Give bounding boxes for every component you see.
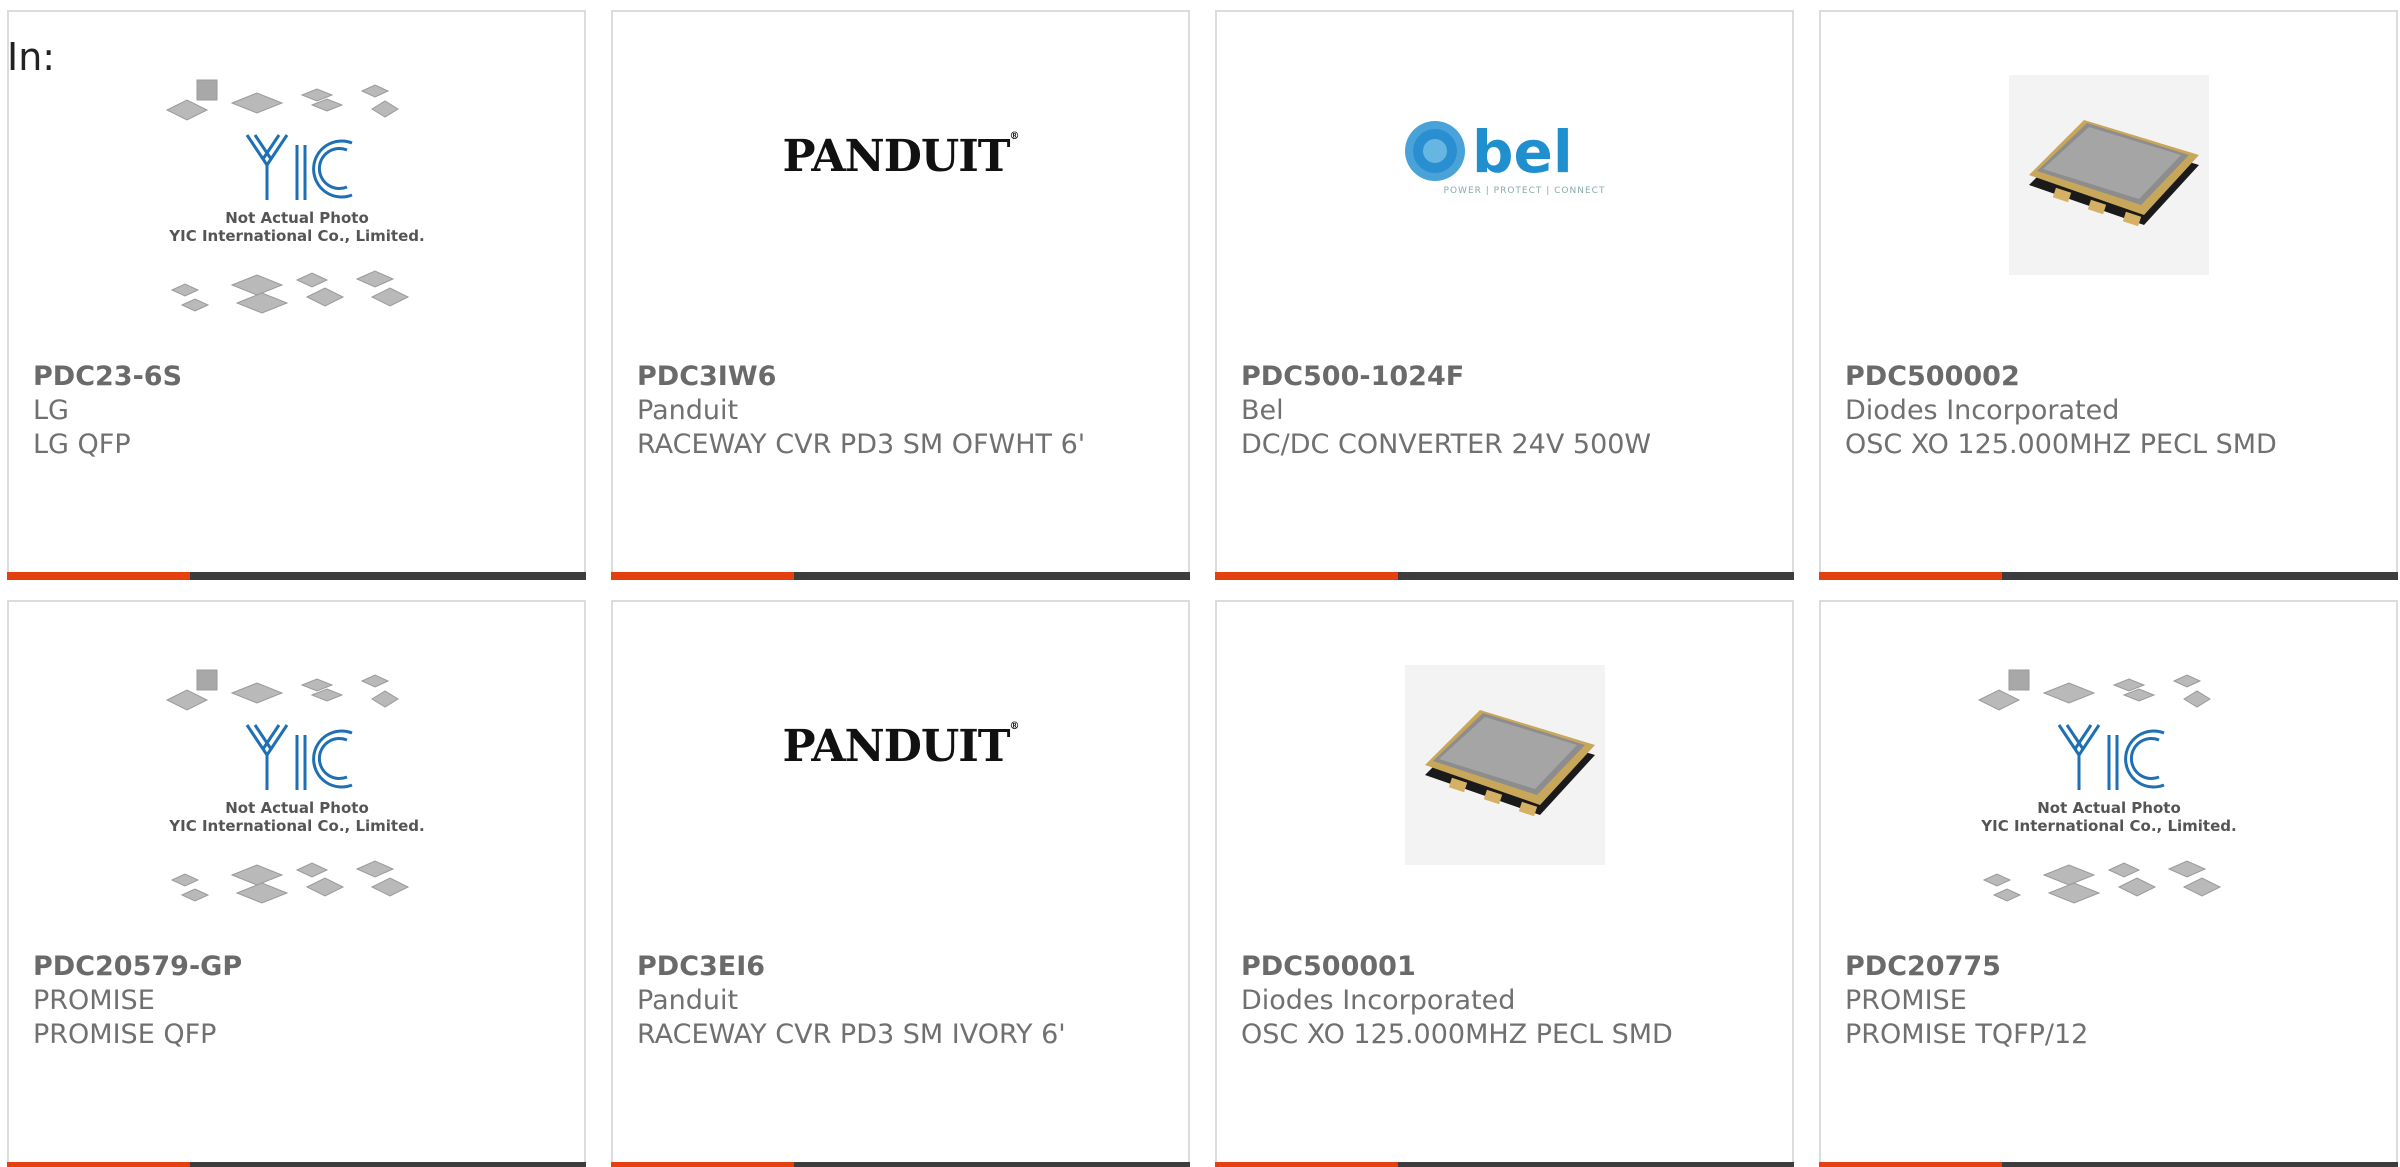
description: RACEWAY CVR PD3 SM IVORY 6' [637, 1019, 1066, 1050]
product-grid-page: In: Not Actual Photo YIC International C… [0, 0, 2400, 1167]
card-accent [1215, 1162, 1398, 1167]
product-image: Not Actual Photo YIC International Co., … [9, 12, 584, 352]
card-accent [1819, 1162, 2002, 1167]
product-info: PDC3IW6 Panduit RACEWAY CVR PD3 SM OFWHT… [637, 360, 1164, 462]
card-footer-bar [7, 1162, 586, 1167]
product-card[interactable]: PDC500002 Diodes Incorporated OSC XO 125… [1819, 10, 2398, 580]
product-image: PANDUIT® [613, 602, 1188, 942]
product-image: Not Actual Photo YIC International Co., … [1821, 602, 2396, 942]
placeholder-line1: Not Actual Photo [225, 209, 369, 227]
product-image: Not Actual Photo YIC International Co., … [9, 602, 584, 942]
manufacturer: Panduit [637, 395, 739, 426]
manufacturer: PROMISE [33, 985, 155, 1016]
product-image: PANDUIT® [613, 12, 1188, 352]
card-footer-bar [611, 572, 1190, 580]
product-info: PDC500001 Diodes Incorporated OSC XO 125… [1241, 950, 1768, 1052]
card-accent [7, 572, 190, 580]
card-accent [611, 572, 794, 580]
product-info: PDC20579-GP PROMISE PROMISE QFP [33, 950, 560, 1052]
yic-placeholder-image: Not Actual Photo YIC International Co., … [165, 669, 424, 904]
description: OSC XO 125.000MHZ PECL SMD [1845, 429, 2277, 460]
manufacturer: Bel [1241, 395, 1284, 426]
description: PROMISE TQFP/12 [1845, 1019, 2089, 1050]
description: PROMISE QFP [33, 1019, 217, 1050]
panduit-logo: PANDUIT® [782, 720, 1019, 772]
part-number[interactable]: PDC23-6S [33, 360, 560, 394]
product-card[interactable]: PANDUIT® PDC3IW6 Panduit RACEWAY CVR PD3… [611, 10, 1190, 580]
part-number[interactable]: PDC3IW6 [637, 360, 1164, 394]
placeholder-line2: YIC International Co., Limited. [168, 227, 424, 245]
part-number[interactable]: PDC3EI6 [637, 950, 1164, 984]
description: OSC XO 125.000MHZ PECL SMD [1241, 1019, 1673, 1050]
product-image [1217, 602, 1792, 942]
product-info: PDC500002 Diodes Incorporated OSC XO 125… [1845, 360, 2372, 462]
manufacturer: PROMISE [1845, 985, 1967, 1016]
oscillator-photo [2008, 75, 2209, 275]
card-accent [1819, 572, 2002, 580]
description: RACEWAY CVR PD3 SM OFWHT 6' [637, 429, 1086, 460]
product-card[interactable]: Not Actual Photo YIC International Co., … [7, 10, 586, 580]
manufacturer: Panduit [637, 985, 739, 1016]
product-image [1821, 12, 2396, 352]
manufacturer: Diodes Incorporated [1241, 985, 1516, 1016]
part-number[interactable]: PDC500001 [1241, 950, 1768, 984]
product-info: PDC3EI6 Panduit RACEWAY CVR PD3 SM IVORY… [637, 950, 1164, 1052]
part-number[interactable]: PDC20775 [1845, 950, 2372, 984]
placeholder-line2: YIC International Co., Limited. [1980, 817, 2236, 835]
yic-placeholder-image: Not Actual Photo YIC International Co., … [1977, 669, 2236, 904]
product-info: PDC500-1024F Bel DC/DC CONVERTER 24V 500… [1241, 360, 1768, 462]
product-card[interactable]: PDC500001 Diodes Incorporated OSC XO 125… [1215, 600, 1794, 1167]
card-footer-bar [1215, 572, 1794, 580]
description: LG QFP [33, 429, 131, 460]
in-label: In: [7, 35, 56, 79]
part-number[interactable]: PDC500002 [1845, 360, 2372, 394]
card-footer-bar [1819, 1162, 2398, 1167]
card-footer-bar [1215, 1162, 1794, 1167]
product-card[interactable]: PANDUIT® PDC3EI6 Panduit RACEWAY CVR PD3… [611, 600, 1190, 1167]
oscillator-photo [1404, 665, 1605, 865]
product-image: bel POWER | PROTECT | CONNECT [1217, 12, 1792, 352]
manufacturer: Diodes Incorporated [1845, 395, 2120, 426]
card-footer-bar [611, 1162, 1190, 1167]
description: DC/DC CONVERTER 24V 500W [1241, 429, 1652, 460]
product-card[interactable]: Not Actual Photo YIC International Co., … [1819, 600, 2398, 1167]
product-info: PDC23-6S LG LG QFP [33, 360, 560, 462]
card-accent [611, 1162, 794, 1167]
bel-tagline: POWER | PROTECT | CONNECT [1443, 186, 1606, 196]
bel-logo-graphic: bel [1404, 118, 1573, 186]
card-footer-bar [1819, 572, 2398, 580]
part-number[interactable]: PDC500-1024F [1241, 360, 1768, 394]
product-card[interactable]: Not Actual Photo YIC International Co., … [7, 600, 586, 1167]
product-info: PDC20775 PROMISE PROMISE TQFP/12 [1845, 950, 2372, 1052]
card-accent [7, 1162, 190, 1167]
product-card[interactable]: bel POWER | PROTECT | CONNECT PDC500-102… [1215, 10, 1794, 580]
card-footer-bar [7, 572, 586, 580]
bel-logo-text: bel [1472, 118, 1573, 186]
panduit-logo: PANDUIT® [782, 130, 1019, 182]
yic-placeholder-image: Not Actual Photo YIC International Co., … [165, 79, 424, 314]
placeholder-line1: Not Actual Photo [225, 799, 369, 817]
placeholder-line1: Not Actual Photo [2037, 799, 2181, 817]
part-number[interactable]: PDC20579-GP [33, 950, 560, 984]
manufacturer: LG [33, 395, 69, 426]
card-accent [1215, 572, 1398, 580]
bel-logo: bel POWER | PROTECT | CONNECT [1400, 116, 1610, 196]
placeholder-line2: YIC International Co., Limited. [168, 817, 424, 835]
